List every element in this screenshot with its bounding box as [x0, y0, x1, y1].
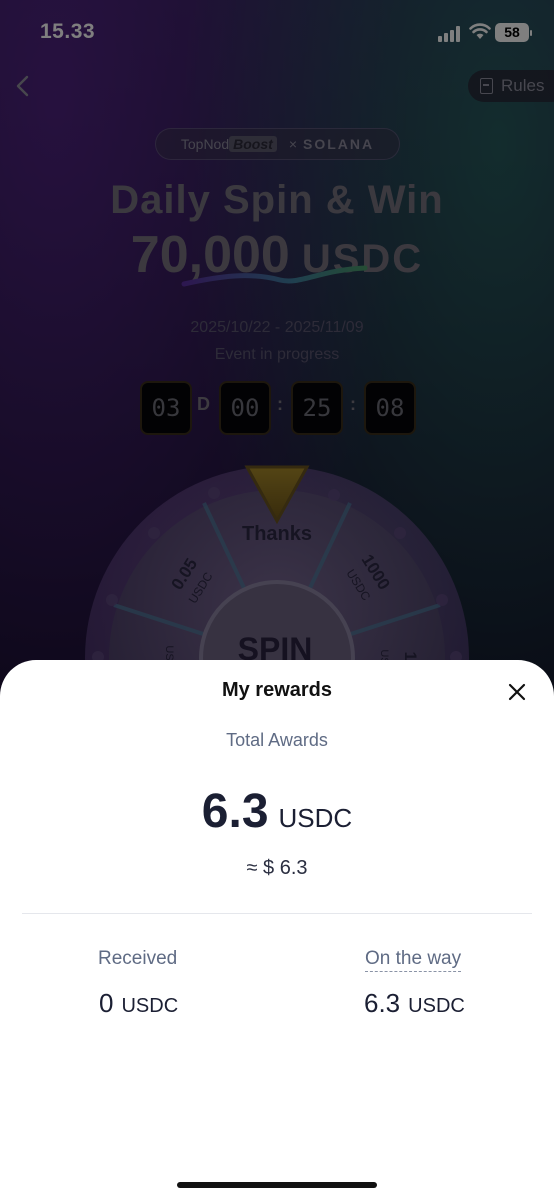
home-indicator[interactable]: [177, 1182, 377, 1188]
received-unit: USDC: [121, 995, 179, 1017]
sheet-title: My rewards: [221, 679, 333, 701]
total-awards-label: Total Awards: [226, 730, 328, 750]
on-the-way-link[interactable]: On the way: [365, 948, 462, 972]
divider: [22, 913, 532, 914]
total-awards-usd: ≈ $ 6.3: [246, 857, 308, 879]
received-label: Received: [98, 948, 178, 969]
on-the-way-unit: USDC: [408, 995, 465, 1017]
on-the-way-amount: 6.3 USDC: [364, 988, 465, 1019]
received-amount: 0 USDC: [99, 988, 178, 1019]
close-icon[interactable]: [506, 681, 528, 703]
on-the-way-value: 6.3: [364, 988, 401, 1018]
on-the-way-label[interactable]: On the way: [365, 948, 462, 972]
received-value: 0: [99, 988, 114, 1018]
total-awards-amount: 6.3 USDC: [0, 784, 554, 839]
total-awards-unit: USDC: [278, 803, 353, 833]
total-awards-value: 6.3: [201, 785, 269, 838]
